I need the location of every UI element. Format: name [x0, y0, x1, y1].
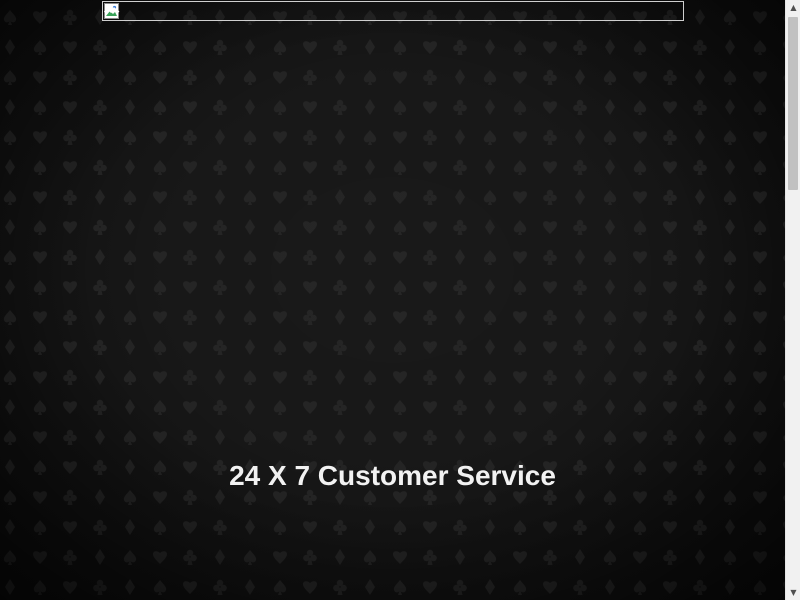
- vertical-scrollbar[interactable]: ▲ ▼: [785, 0, 800, 600]
- page-background: 24 X 7 Customer Service: [0, 0, 785, 600]
- banner-image: [102, 1, 684, 21]
- broken-image-icon: [104, 3, 120, 19]
- scroll-up-arrow-icon[interactable]: ▲: [786, 0, 800, 15]
- card-suit-pattern: [0, 0, 785, 600]
- scroll-down-arrow-icon[interactable]: ▼: [786, 585, 800, 600]
- customer-service-heading: 24 X 7 Customer Service: [229, 460, 556, 491]
- scroll-thumb[interactable]: [788, 17, 798, 190]
